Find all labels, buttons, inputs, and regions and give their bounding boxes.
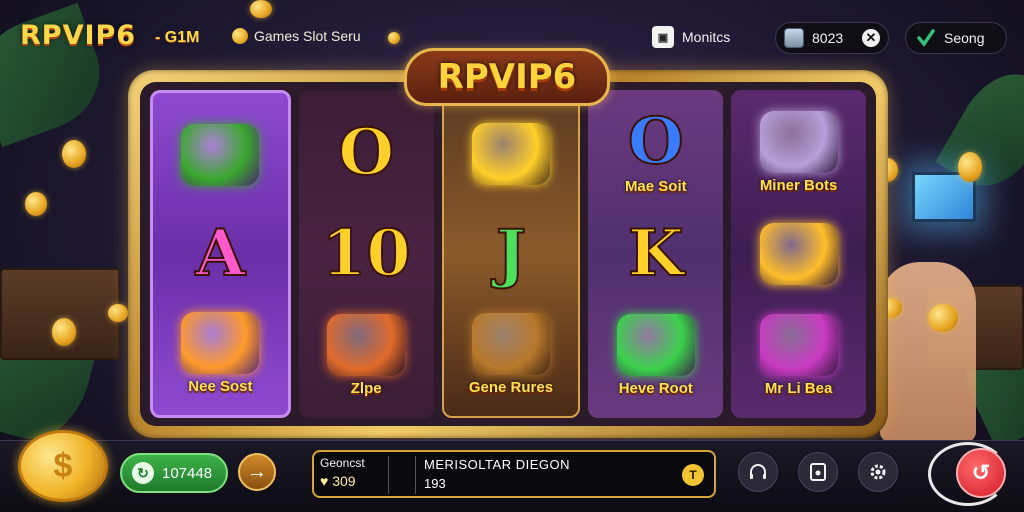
card-icon [810, 463, 826, 481]
headset-button[interactable] [738, 452, 778, 492]
gear-icon [870, 464, 886, 480]
reel-cell: A [160, 204, 280, 303]
symbol-letter: O [627, 104, 685, 180]
setting-pill[interactable]: Seong [905, 22, 1007, 54]
reel-cell: O Mae Soit [596, 103, 716, 203]
close-icon[interactable]: ✕ [862, 29, 880, 47]
banana-icon [759, 222, 838, 285]
background-crate [0, 268, 120, 360]
headset-icon [750, 464, 766, 479]
floating-coin-icon [52, 318, 76, 346]
setting-label: Seong [944, 30, 985, 46]
reel-cell: J [451, 204, 571, 304]
spin-arrow-icon: ↺ [971, 460, 991, 485]
gold-coin-icon [471, 123, 550, 185]
next-button[interactable]: → [238, 453, 276, 491]
emerald-chest-icon [181, 123, 260, 186]
symbol-letter: J [495, 216, 527, 291]
reel-5: Miner Bots Mr Li Bea [731, 90, 866, 418]
games-link[interactable]: Games Slot Seru [232, 28, 361, 44]
info-right-title: MERISOLTAR DIEGON [424, 457, 570, 472]
machine-title-plate: RPVIP6 [404, 48, 610, 106]
balance-pill[interactable]: 8023 ✕ [775, 22, 889, 54]
info-panel: Geoncst ♥ 309 MERISOLTAR DIEGON 193 T [312, 450, 716, 498]
floating-coin-icon [928, 304, 958, 332]
reels-container: A Nee Sost O 10 Zlpe J Gene Rures O Mae Soit K… [140, 82, 876, 426]
symbol-caption: Gene Rures [468, 378, 554, 396]
mine-cart-icon [759, 111, 838, 174]
floating-coin-icon [958, 152, 982, 182]
logo-subtitle: - G1M [155, 29, 200, 46]
info-left: Geoncst ♥ 309 [320, 456, 394, 494]
info-left-label: Geoncst [320, 456, 365, 470]
symbol-letter: A [195, 215, 247, 291]
reel-cell [739, 204, 859, 304]
green-star-icon [616, 313, 695, 376]
floating-coin-icon [62, 140, 86, 168]
slot-frame: A Nee Sost O 10 Zlpe J Gene Rures O Mae Soit K… [128, 70, 888, 438]
reel-1: A Nee Sost [150, 90, 291, 418]
monitor-button[interactable]: ▣ Monitcs [652, 26, 730, 48]
coin-bank-icon[interactable]: $ [18, 430, 108, 502]
reel-cell: Heve Root [596, 305, 716, 405]
refresh-icon: ↻ [132, 462, 154, 484]
reel-2: O 10 Zlpe [298, 90, 434, 418]
round-shield-icon [327, 313, 406, 376]
symbol-caption: Zlpe [350, 379, 382, 397]
info-right: MERISOLTAR DIEGON 193 [424, 457, 570, 491]
treasure-chest-icon [471, 312, 550, 375]
symbol-caption: Heve Root [618, 379, 693, 397]
coin-icon [232, 28, 248, 44]
card-button[interactable] [798, 452, 838, 492]
floating-coin-icon [25, 192, 47, 216]
spin-button[interactable]: ↺ [956, 448, 1006, 498]
reel-cell: Zlpe [306, 305, 426, 405]
machine-title: RPVIP6 [437, 57, 577, 97]
reel-cell: Miner Bots [739, 103, 859, 203]
balance-value: 8023 [812, 30, 844, 46]
reel-cell: K [596, 204, 716, 304]
player-hand [880, 262, 976, 442]
chest-icon [784, 28, 804, 48]
logo: RPVIP6 [20, 20, 137, 51]
win-value: 107448 [162, 464, 213, 482]
reel-cell [160, 105, 280, 204]
magenta-gem-icon [759, 313, 838, 376]
symbol-caption: Mae Soit [624, 178, 687, 196]
check-leaf-icon [917, 29, 935, 47]
monitor-icon: ▣ [652, 26, 674, 48]
reel-cell: O [306, 103, 426, 203]
symbol-caption: Mr Li Bea [764, 379, 833, 397]
symbol-caption: Nee Sost [188, 377, 253, 395]
reel-cell: Gene Rures [451, 304, 571, 404]
orb-flower-icon [181, 311, 260, 374]
win-counter[interactable]: ↻ 107448 [120, 453, 228, 493]
symbol-caption: Miner Bots [759, 177, 838, 195]
symbol-letter: K [627, 215, 685, 291]
symbol-letter: 10 [321, 215, 412, 291]
monitor-label: Monitcs [682, 29, 731, 45]
reel-cell [451, 104, 571, 204]
reel-cell: 10 [306, 204, 426, 304]
info-divider [388, 456, 416, 494]
reel-cell: Nee Sost [160, 304, 280, 403]
symbol-letter: O [337, 114, 395, 190]
reel-cell: Mr Li Bea [739, 305, 859, 405]
floating-coin-icon [108, 304, 128, 322]
reel-3: J Gene Rures [441, 90, 581, 418]
info-right-value: 193 [424, 476, 446, 491]
reel-4: O Mae Soit K Heve Root [588, 90, 724, 418]
settings-button[interactable] [858, 452, 898, 492]
info-left-value: ♥ 309 [320, 473, 356, 489]
games-link-label: Games Slot Seru [254, 28, 361, 44]
info-badge[interactable]: T [682, 464, 704, 486]
